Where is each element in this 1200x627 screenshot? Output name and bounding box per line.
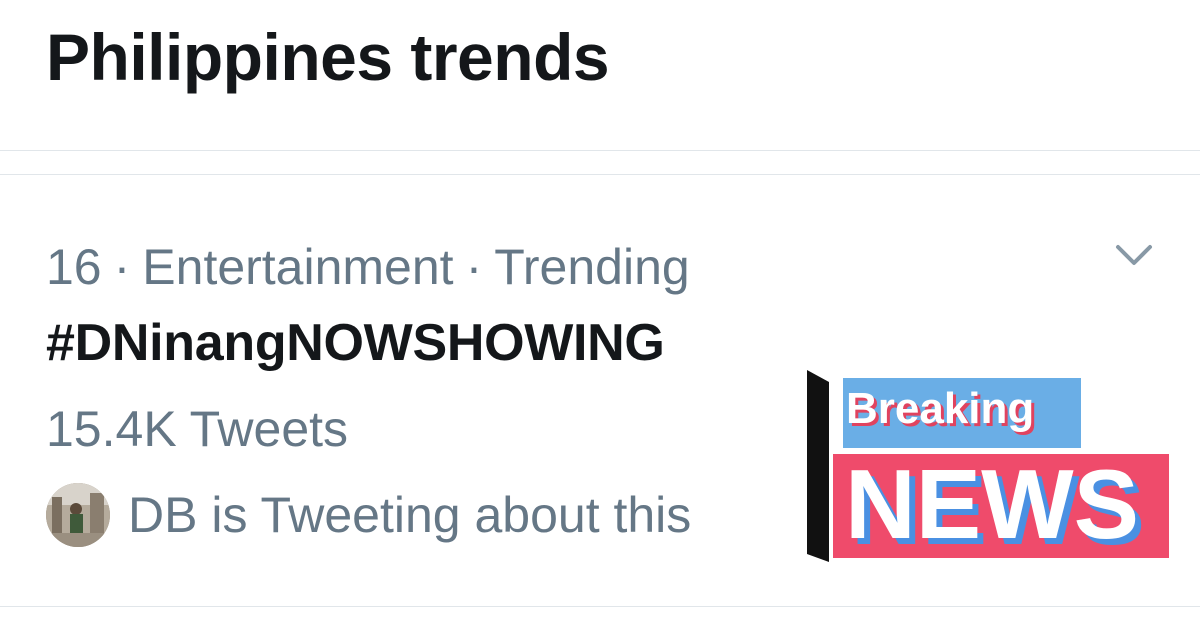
badge-bar [807,370,829,562]
tweeting-about-text: DB is Tweeting about this [128,487,692,543]
tweet-count: 15.4K Tweets [46,401,349,457]
meta-separator: · [465,239,483,295]
bottom-divider [0,606,1200,607]
breaking-label: Breaking [846,384,1034,433]
news-label: NEWS [845,449,1139,559]
trend-rank: 16 [46,239,102,295]
avatar-image-icon [46,483,110,547]
trend-status: Trending [494,239,690,295]
tweeting-about-row[interactable]: DB is Tweeting about this [46,480,691,550]
trend-category: Entertainment [142,239,454,295]
header-divider [0,150,1200,151]
meta-separator: · [113,239,131,295]
trend-meta: 16 · Entertainment · Trending [46,237,690,297]
trend-hashtag[interactable]: #DNinangNOWSHOWING [46,312,665,374]
chevron-down-icon[interactable] [1112,235,1156,275]
breaking-news-badge: Breaking Breaking NEWS NEWS [807,370,1169,565]
page-title: Philippines trends [46,20,610,94]
avatar[interactable] [46,483,110,547]
